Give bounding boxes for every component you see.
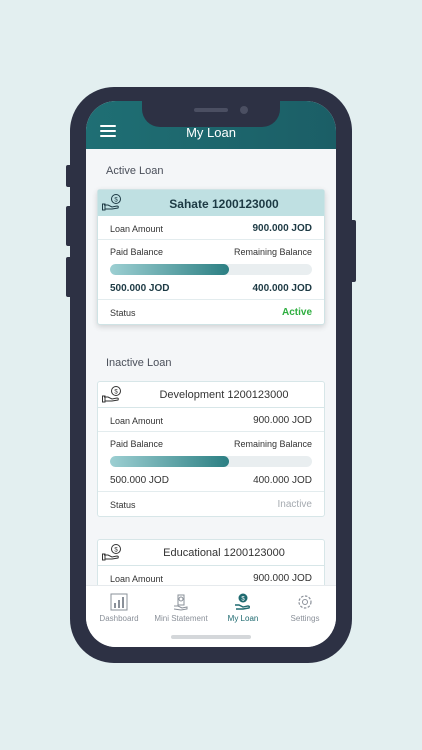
- speaker-grille: [194, 108, 228, 112]
- loan-amount-label: Loan Amount: [110, 416, 164, 426]
- balance-progress-bar: [110, 456, 312, 467]
- tab-label: My Loan: [227, 614, 259, 623]
- tab-label: Mini Statement: [154, 614, 208, 623]
- status-label: Status: [110, 308, 136, 318]
- balance-section: Paid Balance Remaining Balance 500.000 J…: [98, 432, 324, 492]
- loan-amount-label: Loan Amount: [110, 224, 164, 234]
- tab-my-loan[interactable]: $ My Loan: [212, 592, 274, 623]
- loan-list[interactable]: Active Loan $ Sahate 1200123000 Loan Amo…: [86, 149, 336, 585]
- active-loan-heading: Active Loan: [106, 165, 164, 177]
- paid-balance-value: 500.000 JOD: [110, 475, 169, 486]
- tab-label: Settings: [290, 614, 320, 623]
- paid-balance-label: Paid Balance: [110, 439, 164, 449]
- phone-frame: My Loan Active Loan $ Sahate 1200123000 …: [70, 87, 352, 663]
- status-row: Status Active: [98, 300, 324, 324]
- my-loan-icon: $: [235, 593, 251, 610]
- loan-hand-coin-icon: $: [102, 194, 121, 211]
- status-value: Inactive: [277, 499, 312, 510]
- tab-label: Dashboard: [99, 614, 139, 623]
- remaining-balance-value: 400.000 JOD: [253, 475, 312, 486]
- status-row: Status Inactive: [98, 492, 324, 516]
- inactive-loan-card[interactable]: $ Development 1200123000 Loan Amount 900…: [97, 381, 325, 517]
- mini-statement-icon: [173, 594, 188, 611]
- remaining-balance-label: Remaining Balance: [233, 247, 312, 257]
- status-value: Active: [281, 307, 312, 318]
- status-label: Status: [110, 500, 136, 510]
- app-screen: My Loan Active Loan $ Sahate 1200123000 …: [86, 101, 336, 647]
- loan-amount-row: Loan Amount 900.000 JOD: [98, 566, 324, 585]
- svg-text:$: $: [114, 390, 118, 396]
- svg-text:$: $: [114, 548, 118, 554]
- loan-amount-value: 900.000 JOD: [253, 415, 312, 426]
- loan-amount-value: 900.000 JOD: [252, 223, 313, 234]
- loan-amount-label: Loan Amount: [110, 574, 164, 584]
- remaining-balance-value: 400.000 JOD: [252, 283, 313, 294]
- inactive-loan-card[interactable]: $ Educational 1200123000 Loan Amount 900…: [97, 539, 325, 585]
- loan-title: Sahate 1200123000: [169, 197, 279, 211]
- loan-hand-coin-icon: $: [102, 386, 121, 403]
- balance-progress-bar: [110, 264, 312, 275]
- inactive-loan-heading: Inactive Loan: [106, 357, 172, 369]
- remaining-balance-label: Remaining Balance: [233, 439, 312, 449]
- loan-card-header: $ Educational 1200123000: [98, 540, 324, 566]
- settings-icon: [298, 595, 312, 609]
- loan-card-header: $ Sahate 1200123000: [98, 190, 324, 216]
- home-indicator: [171, 635, 251, 639]
- tab-dashboard[interactable]: Dashboard: [88, 592, 150, 623]
- loan-card-header: $ Development 1200123000: [98, 382, 324, 408]
- page-title: My Loan: [186, 125, 236, 140]
- loan-amount-value: 900.000 JOD: [253, 573, 312, 584]
- tab-mini-statement[interactable]: Mini Statement: [150, 592, 212, 623]
- paid-balance-value: 500.000 JOD: [110, 283, 170, 294]
- loan-title: Development 1200123000: [159, 389, 289, 401]
- loan-hand-coin-icon: $: [102, 544, 121, 561]
- loan-title: Educational 1200123000: [163, 547, 285, 559]
- loan-amount-row: Loan Amount 900.000 JOD: [98, 408, 324, 432]
- balance-section: Paid Balance Remaining Balance 500.000 J…: [98, 240, 324, 300]
- tab-settings[interactable]: Settings: [274, 592, 336, 623]
- dashboard-icon: [110, 593, 128, 611]
- balance-progress-fill: [110, 264, 230, 275]
- svg-text:$: $: [114, 198, 118, 204]
- active-loan-card[interactable]: $ Sahate 1200123000 Loan Amount 900.000 …: [97, 189, 325, 325]
- balance-progress-fill: [110, 456, 230, 467]
- phone-notch: [142, 101, 280, 127]
- paid-balance-label: Paid Balance: [110, 247, 164, 257]
- loan-amount-row: Loan Amount 900.000 JOD: [98, 216, 324, 240]
- front-camera: [240, 106, 248, 114]
